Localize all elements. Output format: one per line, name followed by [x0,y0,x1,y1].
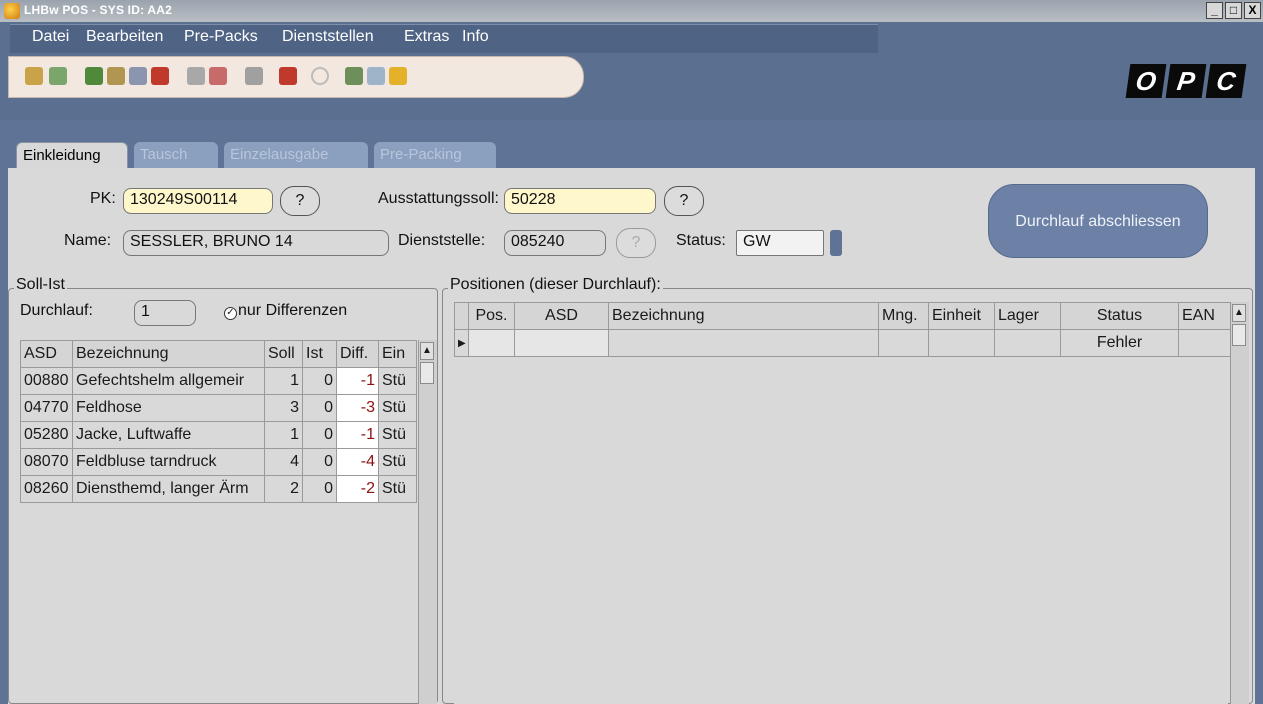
nur-differenzen-label: nur Differenzen [238,302,348,319]
tools-icon[interactable] [345,67,363,85]
scroll-thumb[interactable] [1232,324,1246,346]
tab-tausch[interactable]: Tausch [134,142,218,168]
soll-ist-table: ASD Bezeichnung Soll Ist Diff. Ein 00880… [20,340,417,503]
scroll-up-icon[interactable]: ▲ [1232,304,1246,322]
pp-delete-icon[interactable] [209,67,227,85]
dienststelle-field[interactable]: 085240 [504,230,606,256]
col-lager[interactable]: Lager [994,302,1061,330]
name-field[interactable]: SESSLER, BRUNO 14 [123,230,389,256]
positionen-table: Pos. ASD Bezeichnung Mng. Einheit Lager … [454,302,1231,357]
dienststelle-label: Dienststelle: [398,232,486,249]
scroll-thumb[interactable] [420,362,434,384]
positionen-scrollbar[interactable]: ▲ [1230,302,1249,704]
ausstattungssoll-label: Ausstattungssoll: [378,190,499,207]
durchlauf-label: Durchlauf: [20,302,93,319]
table-row[interactable]: 00880 Gefechtshelm allgemeir 1 0 -1 Stü [20,367,417,395]
maximize-button[interactable]: □ [1225,2,1242,19]
col-ist[interactable]: Ist [302,340,337,368]
app-icon [4,3,20,19]
report-icon[interactable] [151,67,169,85]
status-dropdown-arrow-icon[interactable] [830,230,842,256]
title-bar: LHBw POS - SYS ID: AA2 _ □ X [0,0,1263,23]
window-title: LHBw POS - SYS ID: AA2 [24,3,172,17]
close-button[interactable]: X [1244,2,1261,19]
col-asd[interactable]: ASD [514,302,609,330]
menu-pre-packs[interactable]: Pre-Packs [184,28,258,46]
durchlauf-abschliessen-button[interactable]: Durchlauf abschliessen [988,184,1208,258]
name-label: Name: [64,232,112,249]
print-icon[interactable] [107,67,125,85]
bu-icon[interactable] [245,67,263,85]
minimize-button[interactable]: _ [1206,2,1223,19]
menu-bar: Datei Bearbeiten Pre-Packs Dienststellen… [10,24,878,53]
positionen-title: Positionen (dieser Durchlauf): [448,276,663,294]
col-menge[interactable]: Mng. [878,302,929,330]
nur-differenzen-checkbox[interactable]: ✓ [224,307,237,320]
toolbar [8,56,584,98]
menu-dienststellen[interactable]: Dienststellen [282,28,374,46]
scroll-up-icon[interactable]: ▲ [420,342,434,360]
table-row[interactable]: 05280 Jacke, Luftwaffe 1 0 -1 Stü [20,421,417,449]
main-panel: PK: 130249S00114 ? Ausstattungssoll: 502… [8,168,1255,704]
dienststelle-lookup-button[interactable]: ? [616,228,656,258]
form-icon[interactable] [129,67,147,85]
table-row[interactable]: 08070 Feldbluse tarndruck 4 0 -4 Stü [20,448,417,476]
ausstattungssoll-field[interactable]: 50228 [504,188,656,214]
pp-icon[interactable] [187,67,205,85]
edit-icon[interactable] [85,67,103,85]
settings-icon[interactable] [367,67,385,85]
menu-bearbeiten[interactable]: Bearbeiten [86,28,163,46]
col-bezeichnung[interactable]: Bezeichnung [608,302,879,330]
tab-pre-packing[interactable]: Pre-Packing [374,142,496,168]
table-row[interactable]: 08260 Diensthemd, langer Ärm 2 0 -2 Stü [20,475,417,503]
help-icon[interactable] [389,67,407,85]
status-field[interactable]: GW [736,230,824,256]
cancel-icon[interactable] [311,67,329,85]
col-soll[interactable]: Soll [264,340,303,368]
col-einheit[interactable]: Einheit [928,302,995,330]
col-status[interactable]: Status [1060,302,1179,330]
row-selector-header [454,302,469,330]
col-einheit[interactable]: Ein [378,340,417,368]
table-row[interactable]: ▶ Fehler [454,329,1231,357]
pk-label: PK: [90,190,116,207]
tab-einzelausgabe[interactable]: Einzelausgabe [224,142,368,168]
refresh-icon[interactable] [49,67,67,85]
table-row[interactable]: 04770 Feldhose 3 0 -3 Stü [20,394,417,422]
soll-ist-scrollbar[interactable]: ▲ [418,340,437,704]
positionen-grid-area [454,302,1228,704]
current-row-indicator-icon: ▶ [454,329,469,357]
tab-einkleidung[interactable]: Einkleidung [16,142,128,168]
menu-info[interactable]: Info [462,28,489,46]
col-pos[interactable]: Pos. [468,302,515,330]
ausstattungssoll-lookup-button[interactable]: ? [664,186,704,216]
pk-lookup-button[interactable]: ? [280,186,320,216]
grid-icon[interactable] [279,67,297,85]
durchlauf-field[interactable]: 1 [134,300,196,326]
col-bezeichnung[interactable]: Bezeichnung [72,340,265,368]
menu-datei[interactable]: Datei [32,28,69,46]
col-diff[interactable]: Diff. [336,340,379,368]
soll-ist-title: Soll-Ist [14,276,67,294]
open-icon[interactable] [25,67,43,85]
pk-field[interactable]: 130249S00114 [123,188,273,214]
menu-extras[interactable]: Extras [404,28,449,46]
status-cell: Fehler [1060,329,1179,357]
status-label: Status: [676,232,726,249]
col-asd[interactable]: ASD [20,340,73,368]
col-ean[interactable]: EAN [1178,302,1231,330]
